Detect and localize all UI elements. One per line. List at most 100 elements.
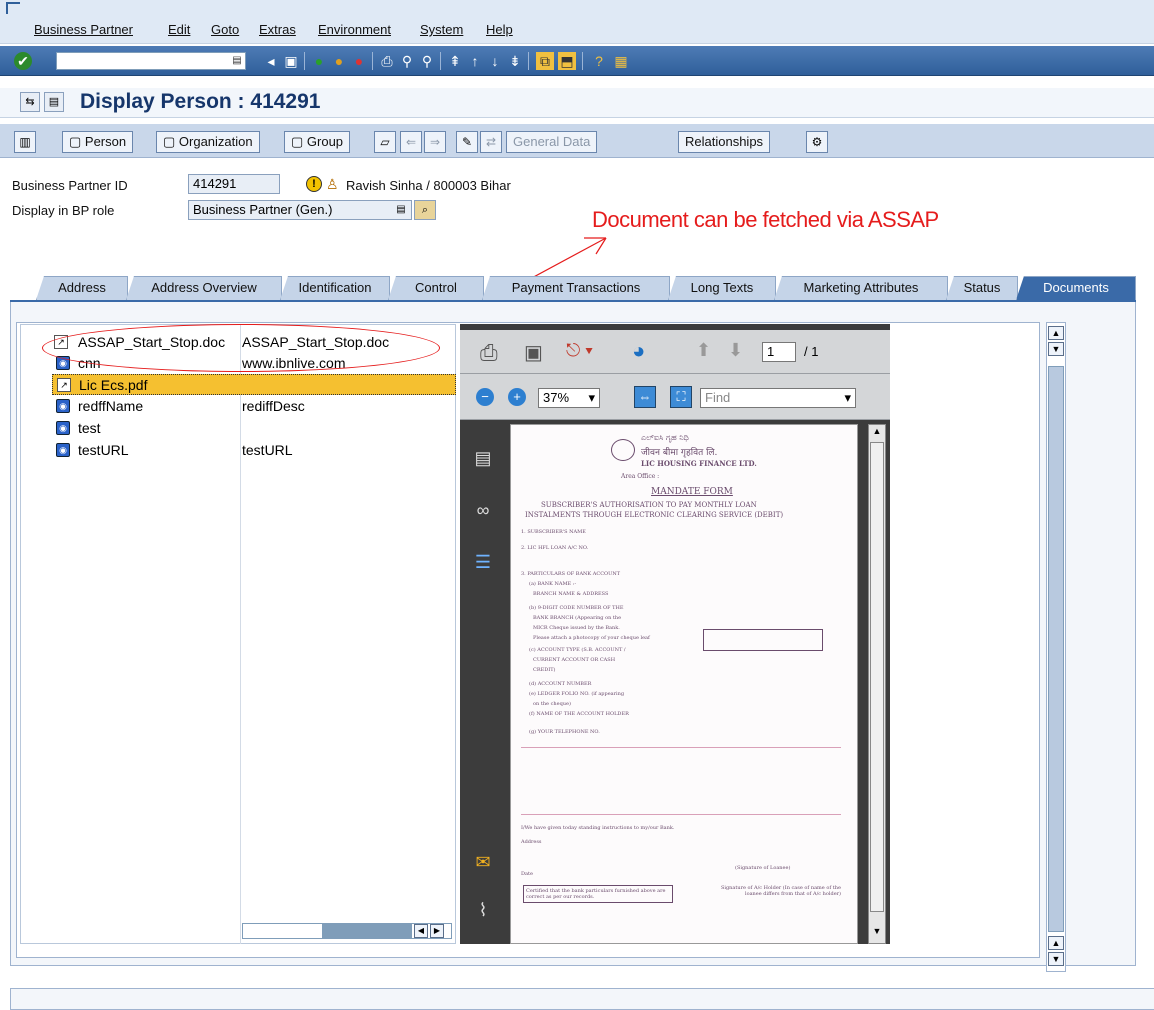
- menu-extras[interactable]: Extras: [259, 22, 296, 37]
- enter-icon[interactable]: ✔: [14, 52, 32, 70]
- tab-long-texts[interactable]: Long Texts: [668, 276, 776, 300]
- scroll-up-icon[interactable]: ▲: [1048, 326, 1064, 340]
- back-icon[interactable]: ●: [310, 52, 328, 70]
- pdf-page-input[interactable]: 1: [762, 342, 796, 362]
- first-page-icon[interactable]: ⇞: [446, 52, 464, 70]
- attachment-icon[interactable]: ⌇: [472, 900, 494, 922]
- pdf-zoom-select[interactable]: 37% ▾: [538, 388, 600, 408]
- menu-icon[interactable]: [6, 2, 20, 14]
- switch-role-icon[interactable]: ⌕: [414, 200, 436, 220]
- pdf-page: ಎಲ್ಐಸಿ ಗೃಹ ನಿಧಿ जीवन बीमा गृहवित लि. LIC…: [510, 424, 858, 944]
- layout-menu-icon[interactable]: ▦: [612, 52, 630, 70]
- list-item[interactable]: ◉ test: [52, 418, 456, 439]
- scroll-down-icon[interactable]: ▼: [1048, 952, 1064, 966]
- binoculars-icon[interactable]: ∞: [472, 500, 494, 522]
- pdf-zoom-in-icon[interactable]: +: [508, 388, 526, 406]
- pdf-save-icon[interactable]: ▣: [524, 340, 550, 364]
- tab-identification[interactable]: Identification: [280, 276, 390, 300]
- layers-icon[interactable]: ☰: [472, 552, 494, 574]
- tab-marketing-attributes[interactable]: Marketing Attributes: [774, 276, 948, 300]
- exit-icon[interactable]: ●: [330, 52, 348, 70]
- find-icon[interactable]: ⚲: [398, 52, 416, 70]
- services-icon[interactable]: ⚙: [806, 131, 828, 153]
- tab-documents[interactable]: Documents: [1016, 276, 1136, 300]
- tab-control[interactable]: Control: [388, 276, 484, 300]
- pdf-fit-width-icon[interactable]: ⇔: [634, 386, 656, 408]
- create-organization-button[interactable]: ▢ Organization: [156, 131, 260, 153]
- locator-icon[interactable]: ▥: [14, 131, 36, 153]
- url-icon: ◉: [56, 421, 70, 435]
- pdf-tools-icon[interactable]: ◕: [632, 338, 658, 364]
- menu-list-icon[interactable]: ▤: [44, 92, 64, 112]
- pdf-scroll-up-icon[interactable]: ▲: [870, 426, 884, 440]
- create-person-button[interactable]: ▢ Person: [62, 131, 134, 153]
- help-icon[interactable]: ?: [590, 52, 608, 70]
- bp-id-field[interactable]: 414291: [188, 174, 280, 194]
- print-icon[interactable]: ⎙: [378, 52, 396, 70]
- tab-address-overview[interactable]: Address Overview: [126, 276, 282, 300]
- list-item[interactable]: ◉ testURL testURL: [52, 440, 456, 461]
- pdf-scroll-thumb[interactable]: [870, 442, 884, 912]
- menu-help[interactable]: Help: [486, 22, 513, 37]
- create-group-button[interactable]: ▢ Group: [284, 131, 351, 153]
- pdf-next-page-icon[interactable]: ⬇: [728, 340, 748, 364]
- previous-icon[interactable]: ⇐: [400, 131, 422, 153]
- list-scroll-thumb[interactable]: [322, 924, 412, 938]
- command-field[interactable]: [56, 52, 246, 70]
- find-next-icon[interactable]: ⚲: [418, 52, 436, 70]
- form-line: (Signature of Loanee): [735, 865, 791, 871]
- cancel-icon[interactable]: ●: [350, 52, 368, 70]
- pdf-zoom-value: 37%: [543, 390, 570, 405]
- pdf-find-input[interactable]: Find ▾: [700, 388, 856, 408]
- menu-business-partner[interactable]: Business Partner: [34, 22, 133, 37]
- pages-icon[interactable]: ▤: [472, 448, 494, 470]
- pdf-print-icon[interactable]: ⎙: [480, 340, 506, 365]
- scroll-left-icon[interactable]: ◀: [414, 924, 428, 938]
- tab-payment-transactions[interactable]: Payment Transactions: [482, 276, 670, 300]
- role-field[interactable]: Business Partner (Gen.): [188, 200, 412, 220]
- menu-system[interactable]: System: [420, 22, 463, 37]
- pdf-scroll-down-icon[interactable]: ▼: [870, 926, 884, 940]
- menu-edit[interactable]: Edit: [168, 22, 190, 37]
- tab-status[interactable]: Status: [946, 276, 1018, 300]
- open-icon[interactable]: ▱: [374, 131, 396, 153]
- dropdown-icon[interactable]: ▤: [394, 202, 408, 218]
- scroll-right-icon[interactable]: ▶: [430, 924, 444, 938]
- url-icon: ◉: [56, 443, 70, 457]
- menu-environment[interactable]: Environment: [318, 22, 391, 37]
- scroll-down-icon[interactable]: ▼: [1048, 342, 1064, 356]
- scroll-thumb[interactable]: [1048, 366, 1064, 932]
- ifsc-boxes: [703, 629, 823, 651]
- new-session-icon[interactable]: ⧉: [536, 52, 554, 70]
- relationships-button[interactable]: Relationships: [678, 131, 771, 153]
- history-icon[interactable]: ▤: [228, 52, 246, 70]
- back-arrow-icon[interactable]: ◂: [262, 52, 280, 70]
- pdf-zoom-out-icon[interactable]: −: [476, 388, 494, 406]
- other-partner-icon[interactable]: ⇆: [20, 92, 40, 112]
- pdf-share-icon[interactable]: ⎋ ▾: [566, 340, 602, 364]
- edit-icon[interactable]: ✎: [456, 131, 478, 153]
- menu-goto[interactable]: Goto: [211, 22, 239, 37]
- annotation-text: Document can be fetched via ASSAP: [592, 207, 939, 232]
- tab-strip: Address Address Overview Identification …: [10, 276, 1136, 300]
- status-bar: [10, 988, 1154, 1010]
- comment-icon[interactable]: ✉: [472, 852, 494, 874]
- pdf-prev-page-icon[interactable]: ⬆: [696, 340, 716, 364]
- save-icon[interactable]: ▣: [282, 52, 300, 70]
- last-page-icon[interactable]: ⇟: [506, 52, 524, 70]
- previous-page-icon[interactable]: ↑: [466, 52, 484, 70]
- next-icon[interactable]: ⇒: [424, 131, 446, 153]
- application-toolbar: ▥ ▢ Person ▢ Organization ▢ Group ▱ ⇐ ⇒ …: [0, 124, 1154, 158]
- list-item[interactable]: ◉ redffName rediffDesc: [52, 396, 456, 417]
- scroll-up-icon[interactable]: ▲: [1048, 936, 1064, 950]
- switch-icon[interactable]: ⇄: [480, 131, 502, 153]
- general-data-button[interactable]: General Data: [506, 131, 598, 153]
- declaration-block: [521, 747, 841, 815]
- doc-icon: ↗: [57, 378, 71, 392]
- next-page-icon[interactable]: ↓: [486, 52, 504, 70]
- menu-bar: Business Partner Edit Goto Extras Enviro…: [0, 0, 1154, 44]
- pdf-fit-page-icon[interactable]: ⛶: [670, 386, 692, 408]
- tab-address[interactable]: Address: [36, 276, 128, 300]
- shortcut-icon[interactable]: ⬒: [558, 52, 576, 70]
- list-item[interactable]: ↗ Lic Ecs.pdf: [52, 374, 456, 395]
